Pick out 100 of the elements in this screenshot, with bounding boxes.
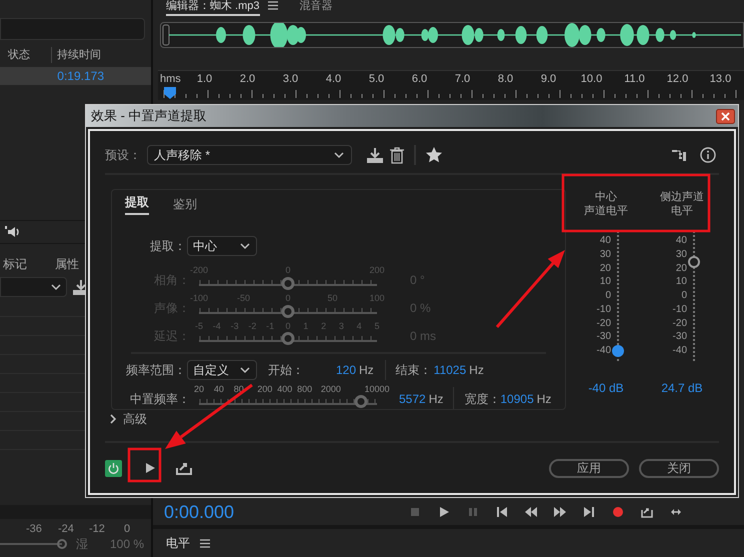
field-value: 10905 — [500, 390, 534, 408]
scale-label: 800 — [297, 382, 312, 395]
scale-label: 20 — [676, 262, 687, 274]
fast-forward-icon[interactable] — [554, 506, 566, 518]
scale-label: 0 — [681, 290, 687, 302]
meter-tick-label: 0 — [124, 522, 130, 537]
field-label: 结束： — [396, 362, 433, 379]
mix-label: 湿 — [76, 536, 88, 553]
loop-icon[interactable] — [670, 506, 682, 518]
time-display: 0:00.000 — [164, 500, 236, 524]
playhead-icon[interactable] — [164, 87, 176, 99]
close-icon[interactable] — [716, 108, 735, 124]
download-icon[interactable] — [366, 146, 384, 164]
rewind-icon[interactable] — [525, 506, 537, 518]
ruler-label: 1.0 — [196, 72, 214, 87]
scale-label: 200 — [257, 382, 272, 395]
unit-label: Hz — [359, 362, 374, 379]
scale-label: -10 — [596, 304, 611, 316]
menu-icon[interactable] — [200, 538, 210, 548]
scale-label: -20 — [596, 318, 611, 330]
field-value: 11025 — [434, 362, 466, 379]
scale-label: 30 — [676, 248, 687, 261]
scale-label: 20 — [194, 382, 204, 395]
dialog-title: 效果 - 中置声道提取 — [91, 107, 207, 126]
field-label: 提取： — [149, 238, 187, 256]
hierarchy-icon[interactable] — [672, 149, 686, 161]
ruler-label: 9.0 — [540, 72, 558, 87]
search-field[interactable] — [0, 18, 145, 40]
scale-label: -10 — [672, 304, 687, 316]
unit-label: Hz — [469, 362, 484, 379]
tab[interactable]: 提取 — [125, 192, 149, 215]
panel-tab[interactable]: 属性 — [55, 255, 79, 273]
ruler-label: 2.0 — [238, 72, 256, 87]
menu-icon[interactable] — [268, 0, 278, 11]
slider-label: 中置频率： — [129, 390, 190, 408]
scale-label: 2000 — [320, 382, 341, 395]
panel-tab[interactable]: 标记 — [3, 255, 27, 273]
scale-label: 0 — [605, 290, 611, 302]
slider-thumb[interactable] — [354, 395, 368, 408]
ruler-label: 13.0 — [708, 72, 732, 87]
dialog-button[interactable]: 应用 — [549, 458, 629, 478]
scale-label: -20 — [672, 318, 687, 330]
ruler-label: 3.0 — [282, 72, 300, 87]
field-value: 120 — [336, 362, 356, 377]
slider-track[interactable] — [0, 538, 68, 550]
power-button[interactable] — [105, 460, 122, 476]
ruler-unit: hms — [159, 72, 182, 87]
ruler-label: 8.0 — [496, 72, 514, 87]
export-icon[interactable] — [641, 506, 653, 518]
play-icon[interactable] — [438, 506, 450, 518]
tab[interactable]: 鉴别 — [173, 194, 197, 215]
meter-title: 侧边声道 — [660, 190, 704, 204]
highlight-frame — [128, 448, 162, 482]
trash-icon[interactable] — [390, 146, 404, 164]
power-icon — [108, 462, 119, 474]
play-icon[interactable] — [144, 462, 156, 474]
scale-label: 40 — [214, 382, 224, 395]
section-toggle[interactable]: 高级 — [123, 410, 147, 428]
meter-reading: -40 dB — [588, 380, 624, 397]
ruler-label: 4.0 — [324, 72, 342, 87]
duration-cell-text: 0:19.173 — [57, 68, 104, 85]
field-label: 开始： — [268, 362, 305, 379]
meter-track[interactable] — [688, 231, 700, 361]
star-icon[interactable] — [426, 147, 442, 163]
meter-track[interactable] — [612, 231, 624, 361]
skip-back-icon[interactable] — [496, 506, 508, 518]
chevron-right-icon[interactable] — [109, 414, 117, 424]
extract-dropdown[interactable]: 中心 — [187, 236, 257, 256]
info-icon[interactable] — [700, 147, 716, 163]
slider-thumb[interactable] — [57, 539, 67, 549]
scale-label: -40 — [672, 345, 687, 357]
scale-label: 400 — [277, 382, 292, 395]
meter-thumb[interactable] — [612, 345, 624, 357]
ruler-label: 10.0 — [580, 72, 604, 87]
scale-label: 10 — [676, 276, 687, 288]
ruler-label: 5.0 — [368, 72, 386, 87]
speaker-icon[interactable] — [5, 226, 21, 238]
meter-thumb[interactable] — [688, 256, 700, 268]
ruler-label: 6.0 — [410, 72, 428, 87]
scale-label: 10000 — [364, 382, 390, 395]
scale-label: 40 — [676, 235, 687, 247]
record-icon[interactable] — [612, 506, 624, 518]
field-label: 宽度： — [464, 390, 500, 408]
mix-value: 100 % — [110, 536, 144, 553]
preset-dropdown[interactable]: 人声移除 * — [147, 145, 352, 165]
panel-title: 电平 — [166, 535, 190, 552]
scale-label: 20 — [600, 262, 611, 274]
skip-forward-icon[interactable] — [583, 506, 595, 518]
editor-tab[interactable]: 混音器 — [300, 0, 333, 14]
range-dropdown[interactable]: 自定义 — [187, 360, 257, 380]
export-icon[interactable] — [176, 462, 192, 474]
column-header[interactable]: 状态 — [8, 47, 51, 63]
editor-tab[interactable]: 编辑器：蜘木 .mp3 — [166, 0, 260, 16]
scale-label: -40 — [596, 345, 611, 357]
dialog-button[interactable]: 关闭 — [639, 458, 719, 478]
meter-tick-label: -24 — [58, 522, 74, 537]
column-header[interactable]: 持续时间 — [51, 47, 101, 63]
scale-label: 40 — [600, 235, 611, 247]
field-label: 频率范围： — [125, 362, 187, 379]
field-value: 5572 — [399, 390, 426, 408]
